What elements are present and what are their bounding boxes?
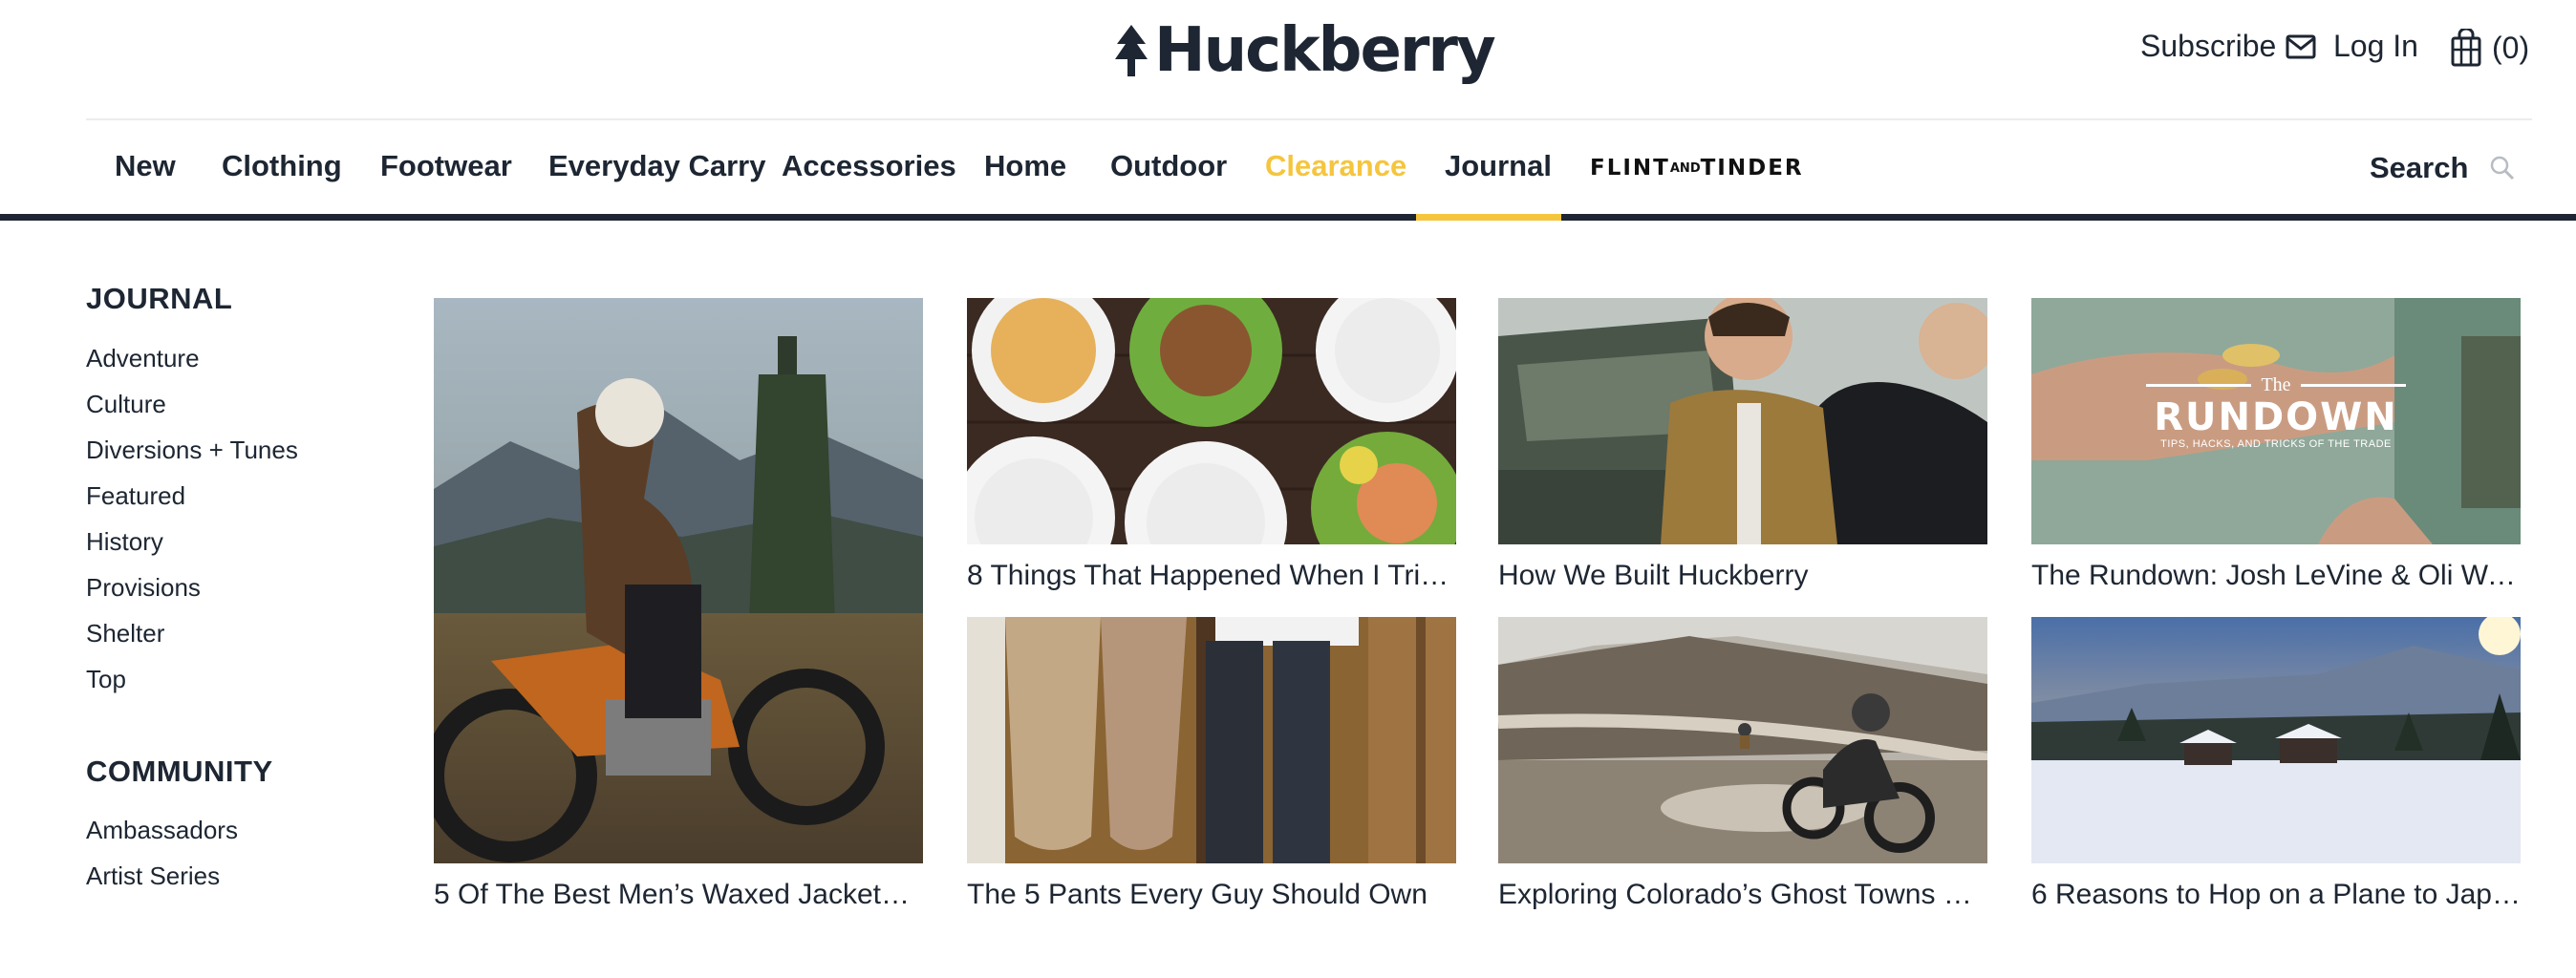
flint-and-tinder-link[interactable]: FLINTANDTINDER <box>1590 156 1804 181</box>
cart-bag-icon <box>2451 29 2481 67</box>
nav-item-footwear[interactable]: Footwear <box>380 149 512 183</box>
header-divider <box>86 118 2532 120</box>
sidebar-item-shelter[interactable]: Shelter <box>86 619 164 648</box>
article-title[interactable]: The 5 Pants Every Guy Should Own <box>967 879 1456 911</box>
article-image-founders[interactable] <box>1498 298 1987 544</box>
article-image-plates[interactable] <box>967 298 1456 544</box>
sidebar-item-culture[interactable]: Culture <box>86 390 166 419</box>
nav-item-clearance[interactable]: Clearance <box>1265 149 1406 183</box>
sidebar-heading-community: COMMUNITY <box>86 755 273 788</box>
sidebar-item-adventure[interactable]: Adventure <box>86 344 200 373</box>
sidebar-item-artist-series[interactable]: Artist Series <box>86 861 220 891</box>
subscribe-label: Subscribe <box>2140 29 2277 63</box>
login-label: Log In <box>2333 29 2418 63</box>
login-link[interactable]: Log In <box>2333 29 2418 64</box>
nav-item-home[interactable]: Home <box>984 149 1066 183</box>
article-image-gravel-road[interactable] <box>1498 617 1987 863</box>
nav-item-journal[interactable]: Journal <box>1445 149 1552 183</box>
sidebar-heading-journal: JOURNAL <box>86 282 233 315</box>
rundown-tagline: TIPS, HACKS, AND TRICKS OF THE TRADE <box>2160 438 2392 450</box>
sidebar-item-diversions-tunes[interactable]: Diversions + Tunes <box>86 436 298 465</box>
nav-item-everyday-carry[interactable]: Everyday Carry <box>548 149 766 183</box>
rundown-the: The <box>2261 374 2291 395</box>
sidebar-item-top[interactable]: Top <box>86 665 126 694</box>
flint-and-text: AND <box>1669 161 1701 176</box>
logo-text: Huckberry <box>1154 15 1496 86</box>
nav-active-indicator <box>1416 214 1561 221</box>
sidebar-item-featured[interactable]: Featured <box>86 481 185 511</box>
subscribe-link[interactable]: Subscribe <box>2140 29 2316 64</box>
nav-item-new[interactable]: New <box>115 149 176 183</box>
cart-count: (0) <box>2492 30 2530 65</box>
tinder-text: TINDER <box>1700 156 1804 181</box>
article-title[interactable]: The Rundown: Josh LeVine & Oli Walsh <box>2031 560 2521 592</box>
rundown-title: RUNDOWN <box>2154 395 2398 439</box>
huckberry-logo[interactable]: Huckberry <box>1114 15 1496 86</box>
nav-item-accessories[interactable]: Accessories <box>782 149 956 183</box>
search-icon <box>2491 156 2515 181</box>
search-button[interactable]: Search <box>2370 151 2516 185</box>
flint-text: FLINT <box>1590 156 1670 181</box>
article-title[interactable]: 8 Things That Happened When I Tried Inte… <box>967 560 1456 592</box>
sidebar-item-history[interactable]: History <box>86 527 163 557</box>
cart-button[interactable]: (0) <box>2450 29 2529 67</box>
article-image-japan-winter[interactable] <box>2031 617 2521 863</box>
nav-underline-bar <box>0 214 2576 221</box>
article-title[interactable]: 6 Reasons to Hop on a Plane to Japan Thi… <box>2031 879 2521 911</box>
envelope-icon <box>2286 34 2316 58</box>
nav-item-clothing[interactable]: Clothing <box>222 149 342 183</box>
sidebar-item-ambassadors[interactable]: Ambassadors <box>86 816 238 845</box>
article-image-motorcycle-rider[interactable] <box>434 298 923 863</box>
nav-item-outdoor[interactable]: Outdoor <box>1110 149 1227 183</box>
search-label: Search <box>2370 151 2469 184</box>
article-image-rundown[interactable]: The RUNDOWN TIPS, HACKS, AND TRICKS OF T… <box>2031 298 2521 544</box>
article-title[interactable]: Exploring Colorado’s Ghost Towns by Moto… <box>1498 879 1987 911</box>
tree-icon <box>1115 25 1148 76</box>
article-title[interactable]: 5 Of The Best Men’s Waxed Jackets We’ve … <box>434 879 923 911</box>
article-title[interactable]: How We Built Huckberry <box>1498 560 1987 592</box>
article-image-pants[interactable] <box>967 617 1456 863</box>
sidebar-item-provisions[interactable]: Provisions <box>86 573 201 603</box>
